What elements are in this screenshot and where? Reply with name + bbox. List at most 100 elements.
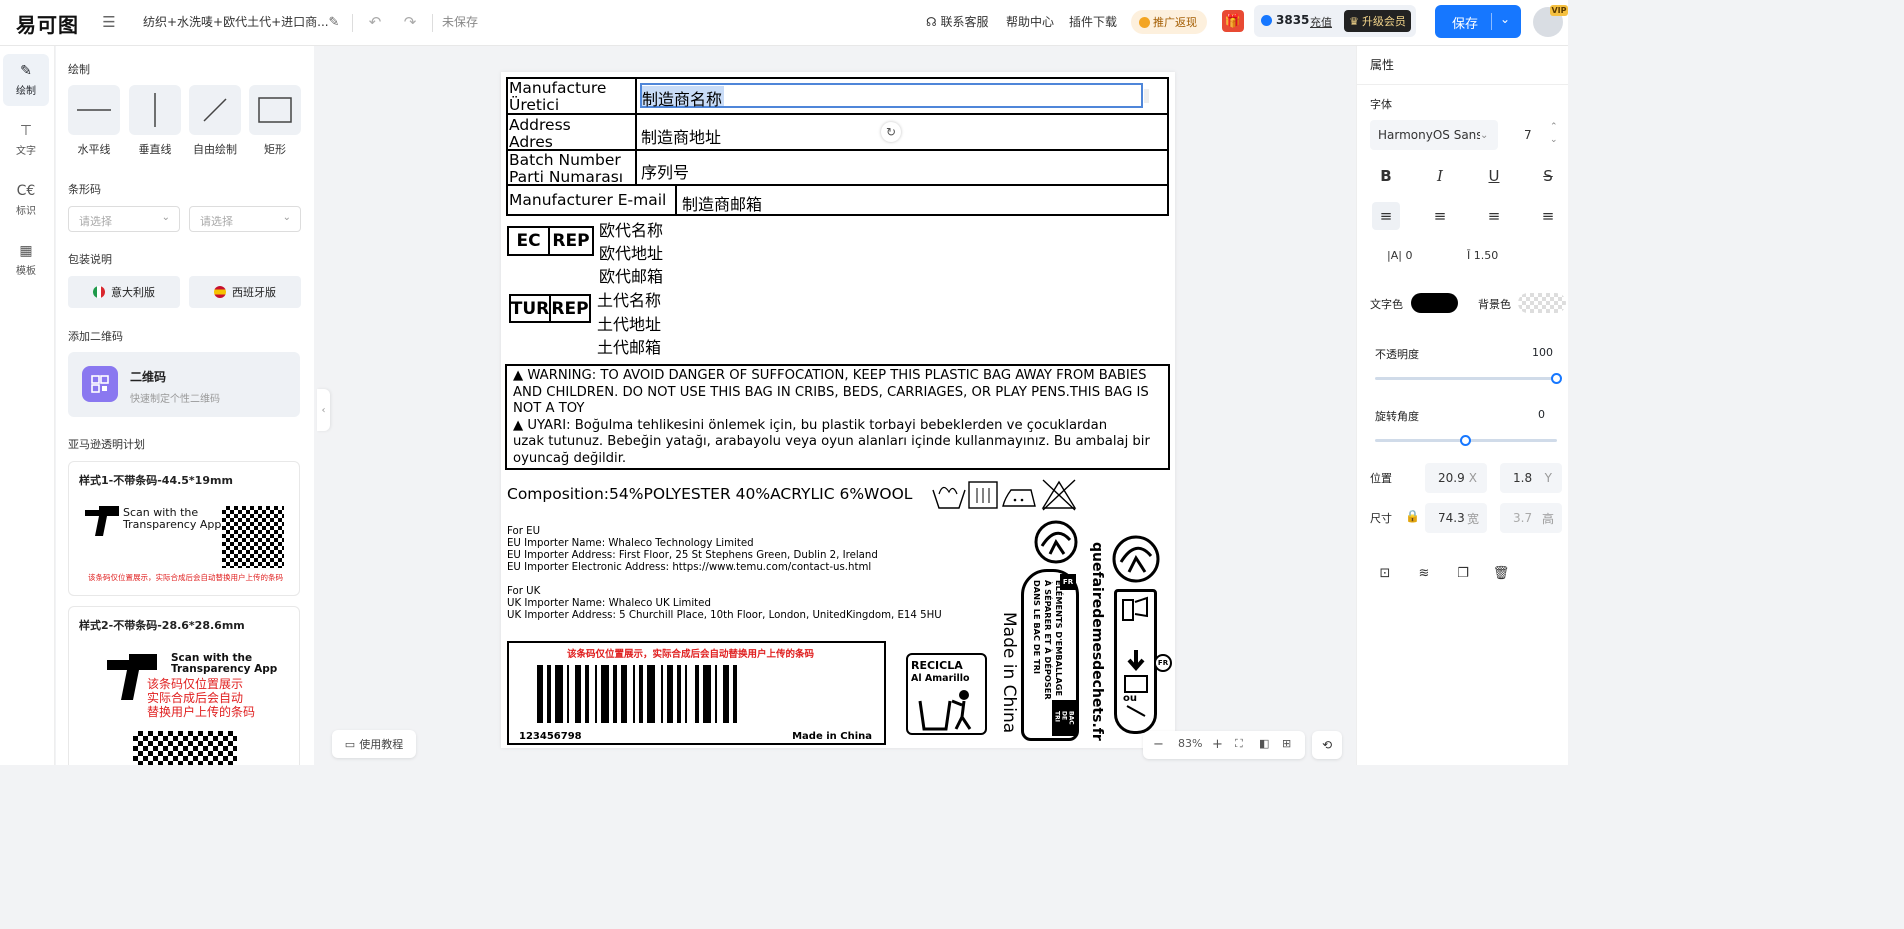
copy-icon[interactable]: ❐: [1449, 559, 1477, 587]
lock-ratio-icon[interactable]: 🔒: [1405, 509, 1420, 523]
opacity-slider[interactable]: [1375, 373, 1562, 384]
font-family-select[interactable]: HarmonyOS Sans ⌄: [1370, 120, 1498, 150]
bold-icon[interactable]: B: [1372, 162, 1400, 190]
align-right-icon[interactable]: ≡: [1480, 202, 1508, 230]
warning-box[interactable]: ▲ WARNING: TO AVOID DANGER OF SUFFOCATIO…: [505, 364, 1170, 470]
barcode-type-select[interactable]: 请选择 ⌄: [68, 206, 180, 232]
position-x-input[interactable]: 20.9 X: [1425, 463, 1487, 493]
edit-title-icon[interactable]: ✎: [323, 11, 345, 33]
eu-rep-email[interactable]: 欧代邮箱: [599, 263, 663, 287]
letter-spacing-field[interactable]: |A| 0: [1387, 249, 1412, 262]
triman-panel[interactable]: ÉLÉMENTS D'EMBALLAGE À SÉPARER ET À DÉPO…: [1021, 569, 1079, 741]
rail-item-templates[interactable]: ▦ 模板: [3, 234, 49, 286]
align-center-icon[interactable]: ≡: [1426, 202, 1454, 230]
website-vertical[interactable]: quefairedemesdechets.fr: [1085, 542, 1105, 742]
unlock-icon[interactable]: ⊡: [1371, 559, 1399, 587]
grid-icon[interactable]: ⊞: [1282, 737, 1291, 750]
tool-horizontal-line[interactable]: [68, 85, 120, 135]
eu-rep-name[interactable]: 欧代名称: [599, 217, 663, 241]
importer-line[interactable]: For EU: [507, 526, 540, 538]
transparency-style-2-card[interactable]: 样式2-不带条码-28.6*28.6mm Scan with the Trans…: [68, 606, 300, 765]
rotation-slider[interactable]: [1375, 435, 1557, 446]
underline-icon[interactable]: U: [1480, 162, 1508, 190]
document-title[interactable]: 纺织+水洗唛+欧代土代+进口商...: [143, 13, 329, 30]
rail-item-text[interactable]: ⊤ 文字: [3, 114, 49, 166]
care-symbols[interactable]: [931, 478, 1077, 512]
height-input[interactable]: 3.7 高: [1500, 503, 1562, 533]
redo-icon[interactable]: ↷: [399, 11, 421, 33]
made-in-china-vertical[interactable]: Made in China: [995, 612, 1019, 738]
tur-rep-symbol[interactable]: TUR REP: [509, 294, 591, 323]
batch-number-value[interactable]: 序列号: [641, 159, 689, 183]
rotation-slider-knob[interactable]: [1460, 435, 1471, 446]
tr-rep-email[interactable]: 土代邮箱: [597, 334, 661, 358]
delete-icon[interactable]: 🗑: [1487, 559, 1515, 587]
text-color-swatch[interactable]: [1411, 293, 1458, 313]
align-left-icon[interactable]: ≡: [1372, 202, 1400, 230]
rail-item-draw[interactable]: ✎ 绘制: [3, 54, 49, 106]
resize-handle[interactable]: [1144, 89, 1149, 103]
importer-line[interactable]: UK Importer Address: 5 Churchill Place, …: [507, 610, 942, 622]
tool-rectangle[interactable]: [249, 85, 301, 135]
recharge-link[interactable]: 充值: [1310, 14, 1332, 30]
menu-icon[interactable]: ☰: [98, 11, 120, 33]
transparency-style-1-card[interactable]: 样式1-不带条码-44.5*19mm Scan with the Transpa…: [68, 461, 300, 596]
gift-icon[interactable]: 🎁: [1222, 10, 1244, 32]
upgrade-vip-button[interactable]: ♛ 升级会员: [1344, 10, 1411, 32]
zoom-in-icon[interactable]: +: [1212, 737, 1223, 752]
importer-line[interactable]: EU Importer Electronic Address: https://…: [507, 562, 871, 574]
manufacturer-email-value[interactable]: 制造商邮箱: [682, 191, 762, 215]
recicla-symbol[interactable]: RECICLA Al Amarillo: [906, 653, 987, 735]
layout-icon[interactable]: ◧: [1259, 737, 1269, 750]
promo-button[interactable]: 推广返现: [1131, 10, 1207, 34]
rotate-handle-icon[interactable]: ↻: [881, 122, 901, 142]
tutorial-button[interactable]: ▭ 使用教程: [332, 730, 416, 758]
rail-item-symbols[interactable]: C€ 标识: [3, 174, 49, 226]
tr-rep-address[interactable]: 土代地址: [597, 311, 661, 335]
opacity-slider-knob[interactable]: [1551, 373, 1562, 384]
spain-version-button[interactable]: 西班牙版: [189, 276, 301, 308]
importer-line[interactable]: For UK: [507, 586, 540, 598]
help-center-link[interactable]: 帮助中心: [1006, 13, 1054, 30]
bg-color-swatch[interactable]: [1518, 293, 1566, 313]
fit-screen-icon[interactable]: ⛶: [1235, 737, 1243, 751]
undo-icon[interactable]: ↶: [364, 11, 386, 33]
composition-text[interactable]: Composition:54%POLYESTER 40%ACRYLIC 6%WO…: [507, 485, 912, 503]
collapse-panel-handle[interactable]: ‹: [317, 389, 330, 431]
align-justify-icon[interactable]: ≡: [1534, 202, 1562, 230]
layers-icon[interactable]: ≋: [1410, 559, 1438, 587]
plugin-download-link[interactable]: 插件下载: [1069, 13, 1117, 30]
select-placeholder: 请选择: [79, 215, 112, 228]
barcode-box[interactable]: 该条码仅位置展示，实际合成后会自动替换用户上传的条码 123456798 Mad…: [507, 641, 886, 745]
line-height-field[interactable]: Ī 1.50: [1467, 249, 1498, 262]
chevron-down-icon[interactable]: ⌄: [1500, 12, 1510, 26]
italic-icon[interactable]: I: [1426, 162, 1454, 190]
add-qr-card[interactable]: 二维码 快速制定个性二维码: [68, 352, 300, 417]
position-y-input[interactable]: 1.8 Y: [1500, 463, 1562, 493]
manufacturer-name-value[interactable]: 制造商名称: [642, 86, 722, 110]
stepper-arrows-icon[interactable]: ⌃ ⌄: [1550, 121, 1558, 147]
ec-rep-symbol[interactable]: EC REP: [507, 226, 594, 256]
zoom-level[interactable]: 83%: [1178, 737, 1202, 750]
zoom-out-icon[interactable]: −: [1153, 737, 1164, 752]
sorting-instructions-panel[interactable]: ou: [1114, 589, 1157, 734]
tool-vertical-line[interactable]: [129, 85, 181, 135]
italy-version-button[interactable]: 意大利版: [68, 276, 180, 308]
tool-free-draw[interactable]: [189, 85, 241, 135]
font-size-stepper[interactable]: 7 ⌃ ⌄: [1506, 120, 1566, 150]
barcode-format-select[interactable]: 请选择 ⌄: [189, 206, 301, 232]
manufacturer-address-value[interactable]: 制造商地址: [641, 124, 721, 148]
eu-rep-address[interactable]: 欧代地址: [599, 240, 663, 264]
strikethrough-icon[interactable]: S: [1534, 162, 1562, 190]
app-logo[interactable]: 易可图: [16, 9, 79, 38]
importer-line[interactable]: UK Importer Name: Whaleco UK Limited: [507, 598, 711, 610]
tool-label: 水平线: [77, 143, 111, 156]
reset-view-icon[interactable]: ⟲: [1312, 731, 1342, 759]
label-canvas[interactable]: Manufacture Üretici 制造商名称 Address Adres …: [501, 72, 1175, 748]
contact-service-link[interactable]: ☊ 联系客服: [926, 13, 989, 30]
save-button[interactable]: 保存 ⌄: [1435, 5, 1521, 38]
tr-rep-name[interactable]: 土代名称: [597, 287, 661, 311]
importer-line[interactable]: EU Importer Name: Whaleco Technology Lim…: [507, 538, 754, 550]
importer-line[interactable]: EU Importer Address: First Floor, 25 St …: [507, 550, 878, 562]
width-input[interactable]: 74.3 宽: [1425, 503, 1487, 533]
